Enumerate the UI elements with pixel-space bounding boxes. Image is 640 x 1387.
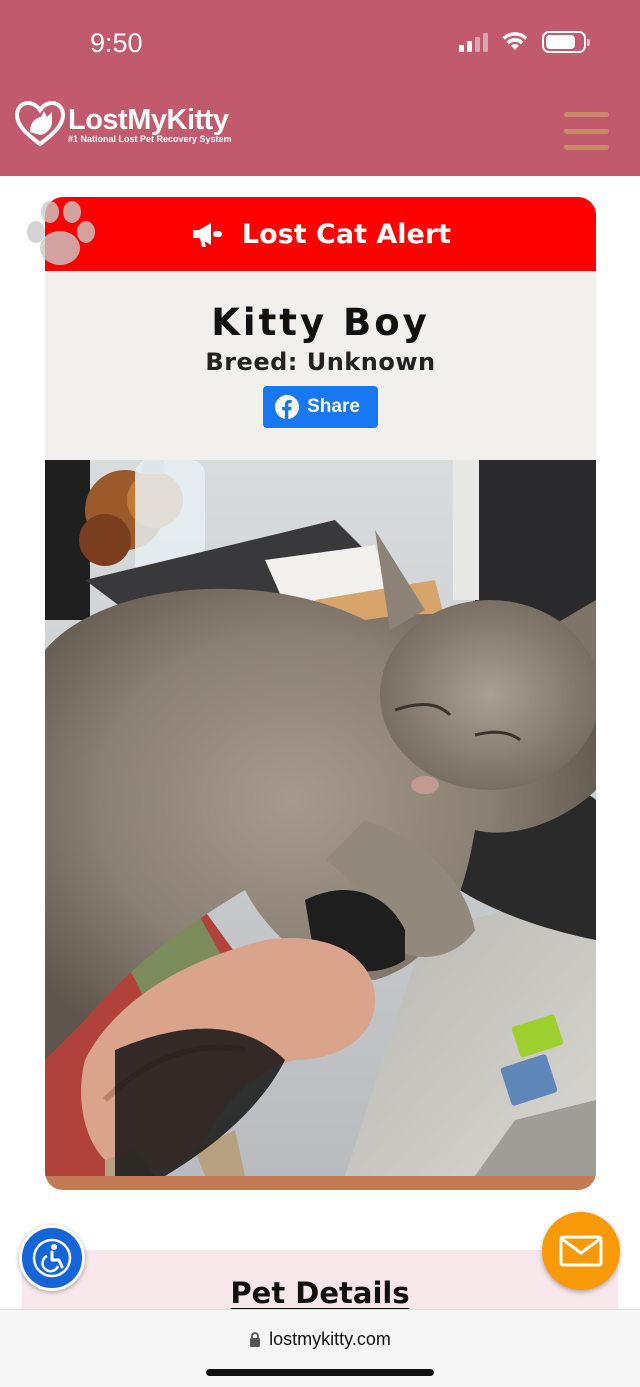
contact-mail-button[interactable] [542, 1212, 620, 1290]
cat-photo-image [45, 460, 596, 1176]
menu-button[interactable] [564, 112, 609, 150]
pet-info: Kitty Boy Breed: Unknown Share [45, 271, 596, 460]
home-indicator [206, 1369, 434, 1376]
lock-icon [250, 1332, 261, 1347]
hamburger-line [564, 145, 609, 150]
logo-tagline: #1 National Lost Pet Recovery System [68, 134, 232, 144]
pet-breed: Breed: Unknown [205, 348, 436, 376]
browser-address-bar[interactable]: lostmykitty.com [0, 1309, 640, 1387]
facebook-icon [275, 395, 300, 419]
cellular-signal-icon [459, 32, 488, 52]
url-text: lostmykitty.com [269, 1329, 391, 1349]
pet-name: Kitty Boy [211, 301, 430, 344]
lost-pet-card: Lost Cat Alert Kitty Boy Breed: Unknown … [45, 197, 596, 1190]
status-icons [459, 31, 590, 53]
hamburger-line [564, 128, 609, 134]
status-time: 9:50 [90, 28, 143, 58]
pet-photo[interactable] [45, 460, 596, 1176]
pet-details-heading: Pet Details [230, 1276, 410, 1310]
mail-icon [559, 1235, 603, 1267]
paw-print-icon [27, 201, 95, 265]
alert-banner: Lost Cat Alert [45, 197, 596, 271]
accessibility-icon [32, 1238, 72, 1278]
accessibility-button[interactable] [19, 1225, 85, 1291]
share-label: Share [307, 396, 360, 417]
battery-icon [542, 31, 590, 53]
site-header: 9:50 LostMyKitty #1 National Lost Pet Re… [0, 0, 640, 176]
site-logo[interactable]: LostMyKitty #1 National Lost Pet Recover… [14, 98, 232, 150]
wifi-icon [502, 32, 528, 50]
cat-heart-logo-icon [14, 100, 66, 147]
hamburger-line [564, 112, 609, 117]
facebook-share-button[interactable]: Share [263, 386, 378, 428]
alert-title: Lost Cat Alert [241, 218, 452, 250]
megaphone-icon [192, 223, 222, 247]
logo-name: LostMyKitty [68, 104, 229, 136]
card-bottom-strip [45, 1176, 596, 1190]
